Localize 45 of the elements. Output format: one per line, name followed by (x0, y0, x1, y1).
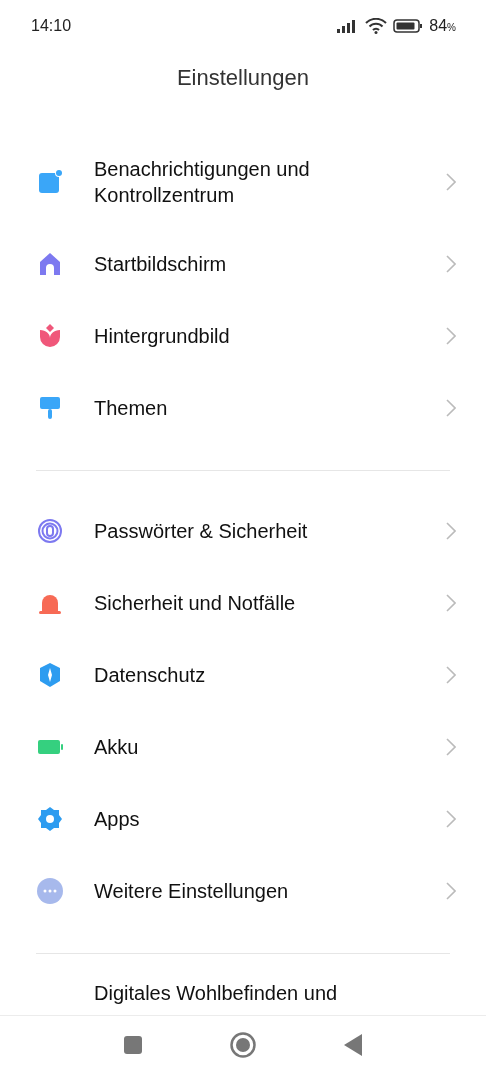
page-title: Einstellungen (175, 64, 311, 92)
notification-icon (36, 168, 64, 196)
wifi-icon (365, 18, 388, 34)
item-label: Sicherheit und Notfälle (94, 591, 297, 616)
item-label: Benachrichtigungen und Kontrollzentrum (94, 157, 311, 208)
item-label: Passwörter & Sicherheit (94, 519, 309, 544)
percent-sign: % (447, 22, 456, 33)
settings-item[interactable]: Weitere Einstellungen (0, 855, 486, 927)
settings-item[interactable]: Apps (0, 783, 486, 855)
chevron-icon (446, 173, 456, 191)
fingerprint-icon (36, 517, 64, 545)
settings-item[interactable]: Startbildschirm (0, 228, 486, 300)
item-label: Akku (94, 735, 140, 760)
settings-item[interactable]: Sicherheit und Notfälle (0, 567, 486, 639)
settings-item[interactable]: Benachrichtigungen und Kontrollzentrum (0, 136, 486, 228)
item-label: Themen (94, 396, 169, 421)
chevron-icon (446, 255, 456, 273)
chevron-icon (446, 882, 456, 900)
item-label: Digitales Wohlbefinden und (94, 981, 339, 1006)
circle-icon (230, 1032, 256, 1058)
settings-item[interactable]: Themen (0, 372, 486, 444)
settings-item[interactable]: Passwörter & Sicherheit (0, 495, 486, 567)
home-button[interactable] (228, 1030, 258, 1060)
status-time: 14:10 (31, 17, 72, 35)
chevron-icon (446, 399, 456, 417)
settings-item[interactable]: Hintergrundbild (0, 300, 486, 372)
triangle-icon (344, 1034, 362, 1056)
item-label: Apps (94, 807, 141, 832)
item-label: Startbildschirm (94, 252, 228, 277)
item-label: Hintergrundbild (94, 324, 231, 349)
settings-item[interactable]: Akku (0, 711, 486, 783)
item-label: Weitere Einstellungen (94, 879, 290, 904)
more-icon (36, 877, 64, 905)
battery-percent: 84 (429, 17, 448, 34)
square-icon (124, 1036, 142, 1054)
chevron-icon (446, 666, 456, 684)
settings-item[interactable]: Datenschutz (0, 639, 486, 711)
settings-icon (36, 805, 64, 833)
chevron-icon (446, 810, 456, 828)
chevron-icon (446, 738, 456, 756)
chevron-icon (446, 522, 456, 540)
chevron-icon (446, 594, 456, 612)
battery-status-icon (393, 19, 424, 33)
chevron-icon (446, 327, 456, 345)
item-label: Datenschutz (94, 663, 207, 688)
